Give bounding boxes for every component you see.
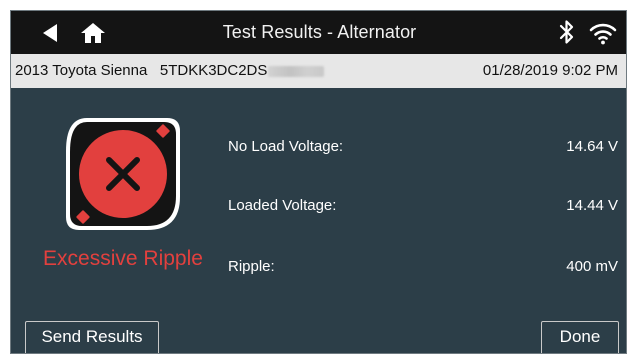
vin: 5TDKK3DC2DS [159, 62, 268, 79]
measurement-label: Ripple: [228, 258, 275, 275]
test-datetime: 01/28/2019 9:02 PM [482, 62, 618, 79]
measurement-value: 400 mV [566, 258, 618, 275]
wifi-icon [589, 21, 617, 50]
tester-screen: Test Results - Alternator 2013 Toyota Si… [10, 10, 627, 354]
send-results-button[interactable]: Send Results [25, 321, 159, 353]
vehicle-info: 2013 Toyota Sienna 5TDKK3DC2DS [15, 54, 325, 88]
measurement-label: Loaded Voltage: [228, 197, 337, 214]
home-icon[interactable] [77, 11, 109, 54]
bluetooth-icon [559, 19, 575, 50]
result-status: Excessive Ripple [43, 247, 203, 270]
measurement-row: No Load Voltage: 14.64 V [228, 135, 618, 159]
measurement-row: Ripple: 400 mV [228, 255, 618, 279]
back-arrow-icon[interactable] [37, 11, 63, 54]
measurement-value: 14.44 V [566, 197, 618, 214]
vin-redaction [268, 65, 325, 77]
title-bar: Test Results - Alternator [11, 11, 626, 54]
fail-x-icon [63, 115, 183, 238]
vehicle-name: 2013 Toyota Sienna [15, 62, 148, 79]
vehicle-info-bar: 2013 Toyota Sienna 5TDKK3DC2DS 01/28/201… [11, 54, 626, 88]
measurement-label: No Load Voltage: [228, 138, 344, 155]
done-button[interactable]: Done [541, 321, 619, 353]
measurement-value: 14.64 V [566, 138, 618, 155]
measurement-row: Loaded Voltage: 14.44 V [228, 194, 618, 218]
